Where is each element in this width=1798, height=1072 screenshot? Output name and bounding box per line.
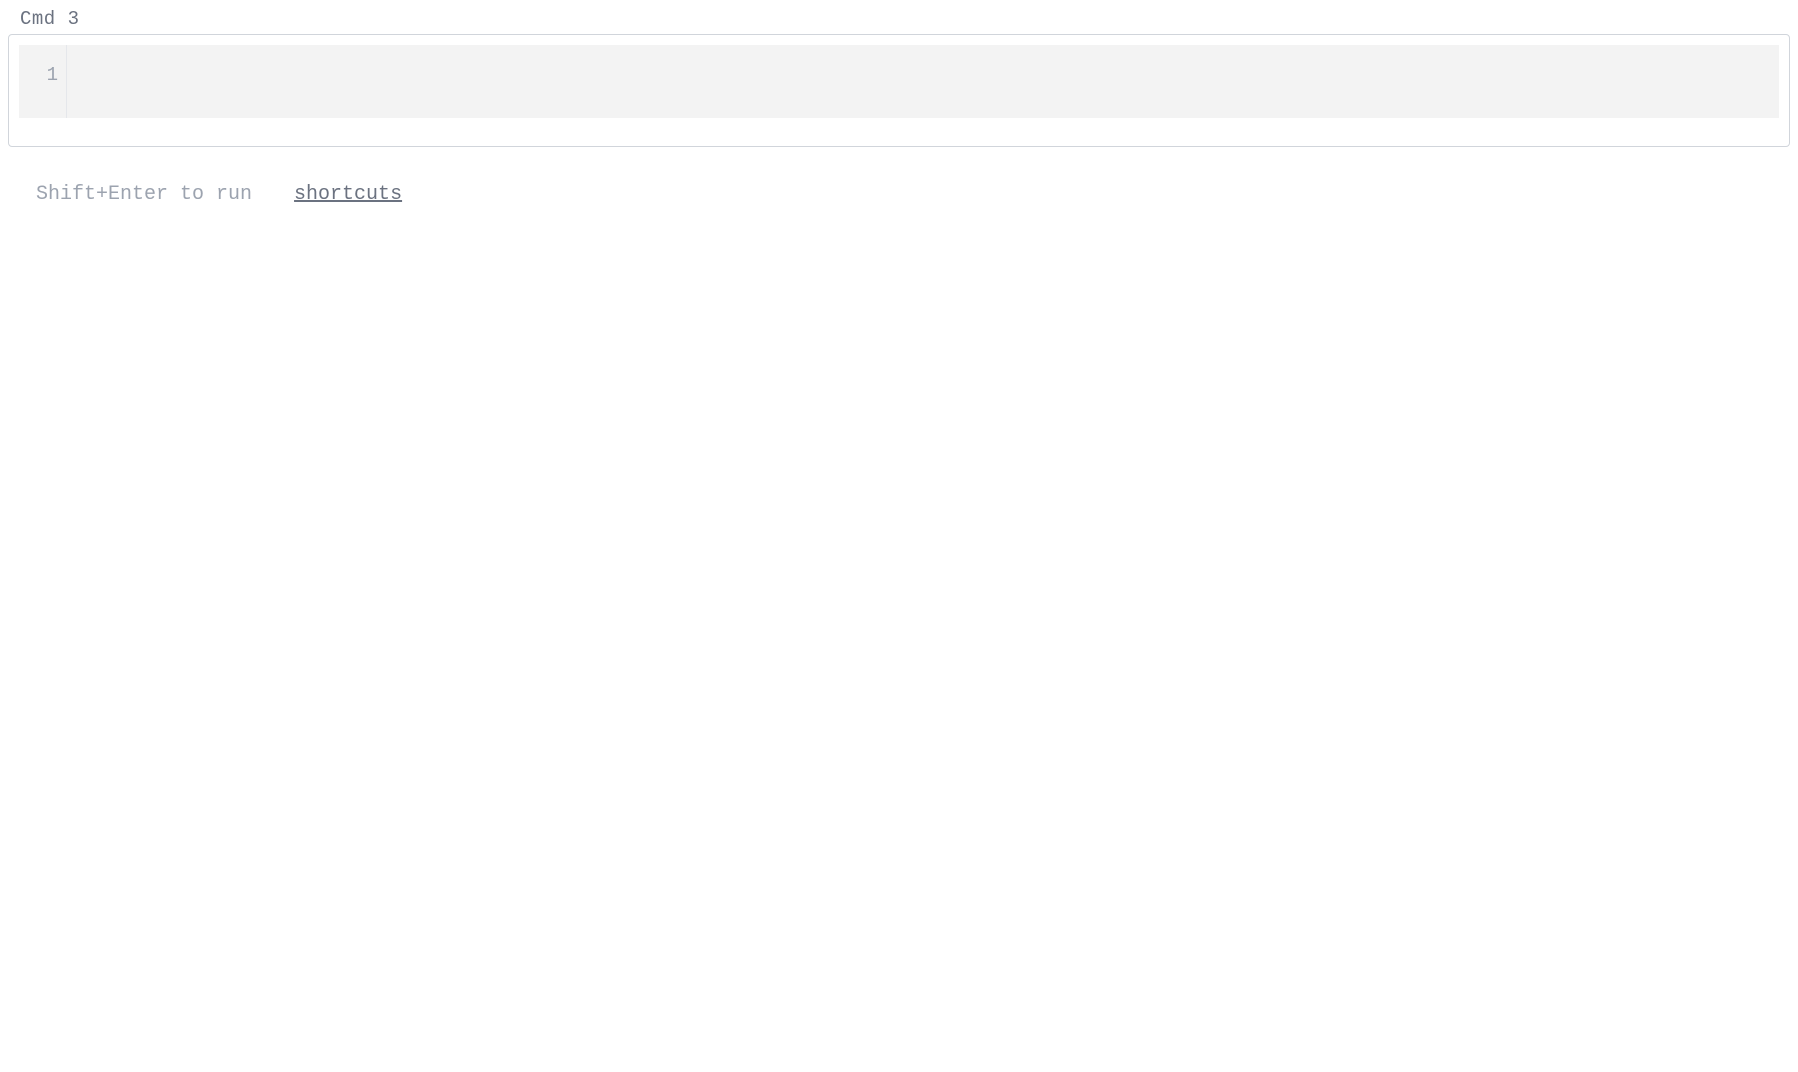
line-number-gutter: 1	[19, 45, 67, 118]
line-number: 1	[47, 61, 58, 90]
code-editor-input[interactable]	[67, 45, 1779, 118]
code-cell[interactable]: 1	[8, 34, 1790, 147]
code-area[interactable]: 1	[19, 45, 1779, 118]
hints-row: Shift+Enter to run shortcuts	[0, 147, 1798, 206]
cell-label: Cmd 3	[0, 0, 1798, 34]
shortcuts-link[interactable]: shortcuts	[294, 183, 402, 206]
run-hint-text: Shift+Enter to run	[36, 183, 252, 206]
